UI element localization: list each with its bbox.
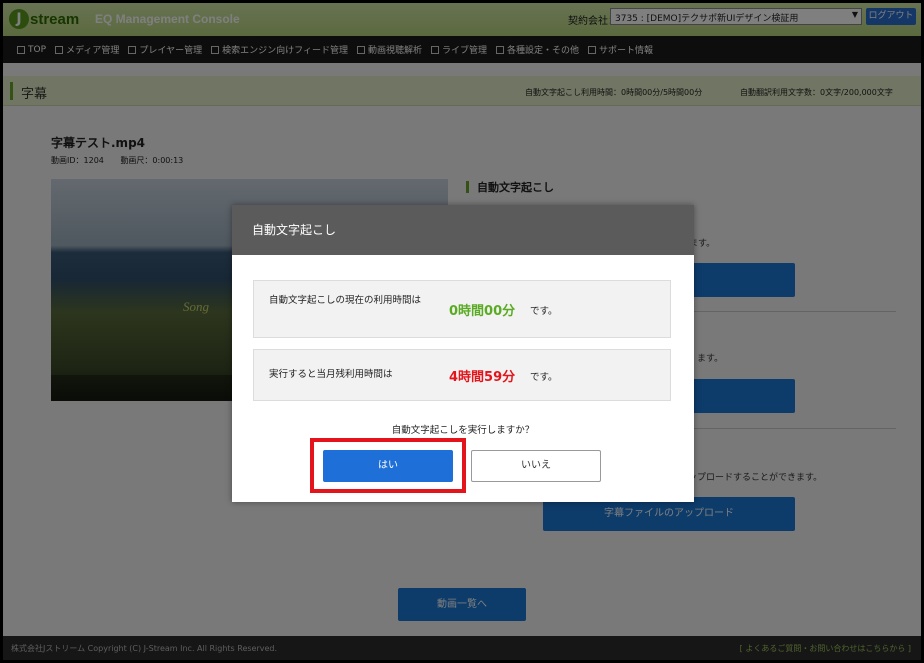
yes-button[interactable]: はい: [323, 450, 453, 482]
current-usage-box: 自動文字起こしの現在の利用時間は 0時間00分 です。: [253, 280, 671, 338]
dialog-title: 自動文字起こし: [232, 205, 694, 255]
app-window: J stream EQ Management Console 契約会社： 373…: [3, 3, 921, 660]
confirm-question: 自動文字起こしを実行しますか？: [391, 425, 535, 436]
no-button[interactable]: いいえ: [471, 450, 601, 482]
current-usage-value: 0時間00分: [449, 304, 516, 319]
remaining-usage-label: 実行すると当月残利用時間は: [269, 369, 393, 380]
remaining-usage-suffix: です。: [530, 372, 558, 383]
current-usage-suffix: です。: [530, 306, 558, 317]
current-usage-label: 自動文字起こしの現在の利用時間は: [269, 295, 422, 306]
transcription-confirm-dialog: 自動文字起こし 自動文字起こしの現在の利用時間は 0時間00分 です。 実行する…: [232, 205, 694, 502]
remaining-usage-box: 実行すると当月残利用時間は 4時間59分 です。: [253, 349, 671, 401]
remaining-usage-value: 4時間59分: [449, 370, 516, 385]
